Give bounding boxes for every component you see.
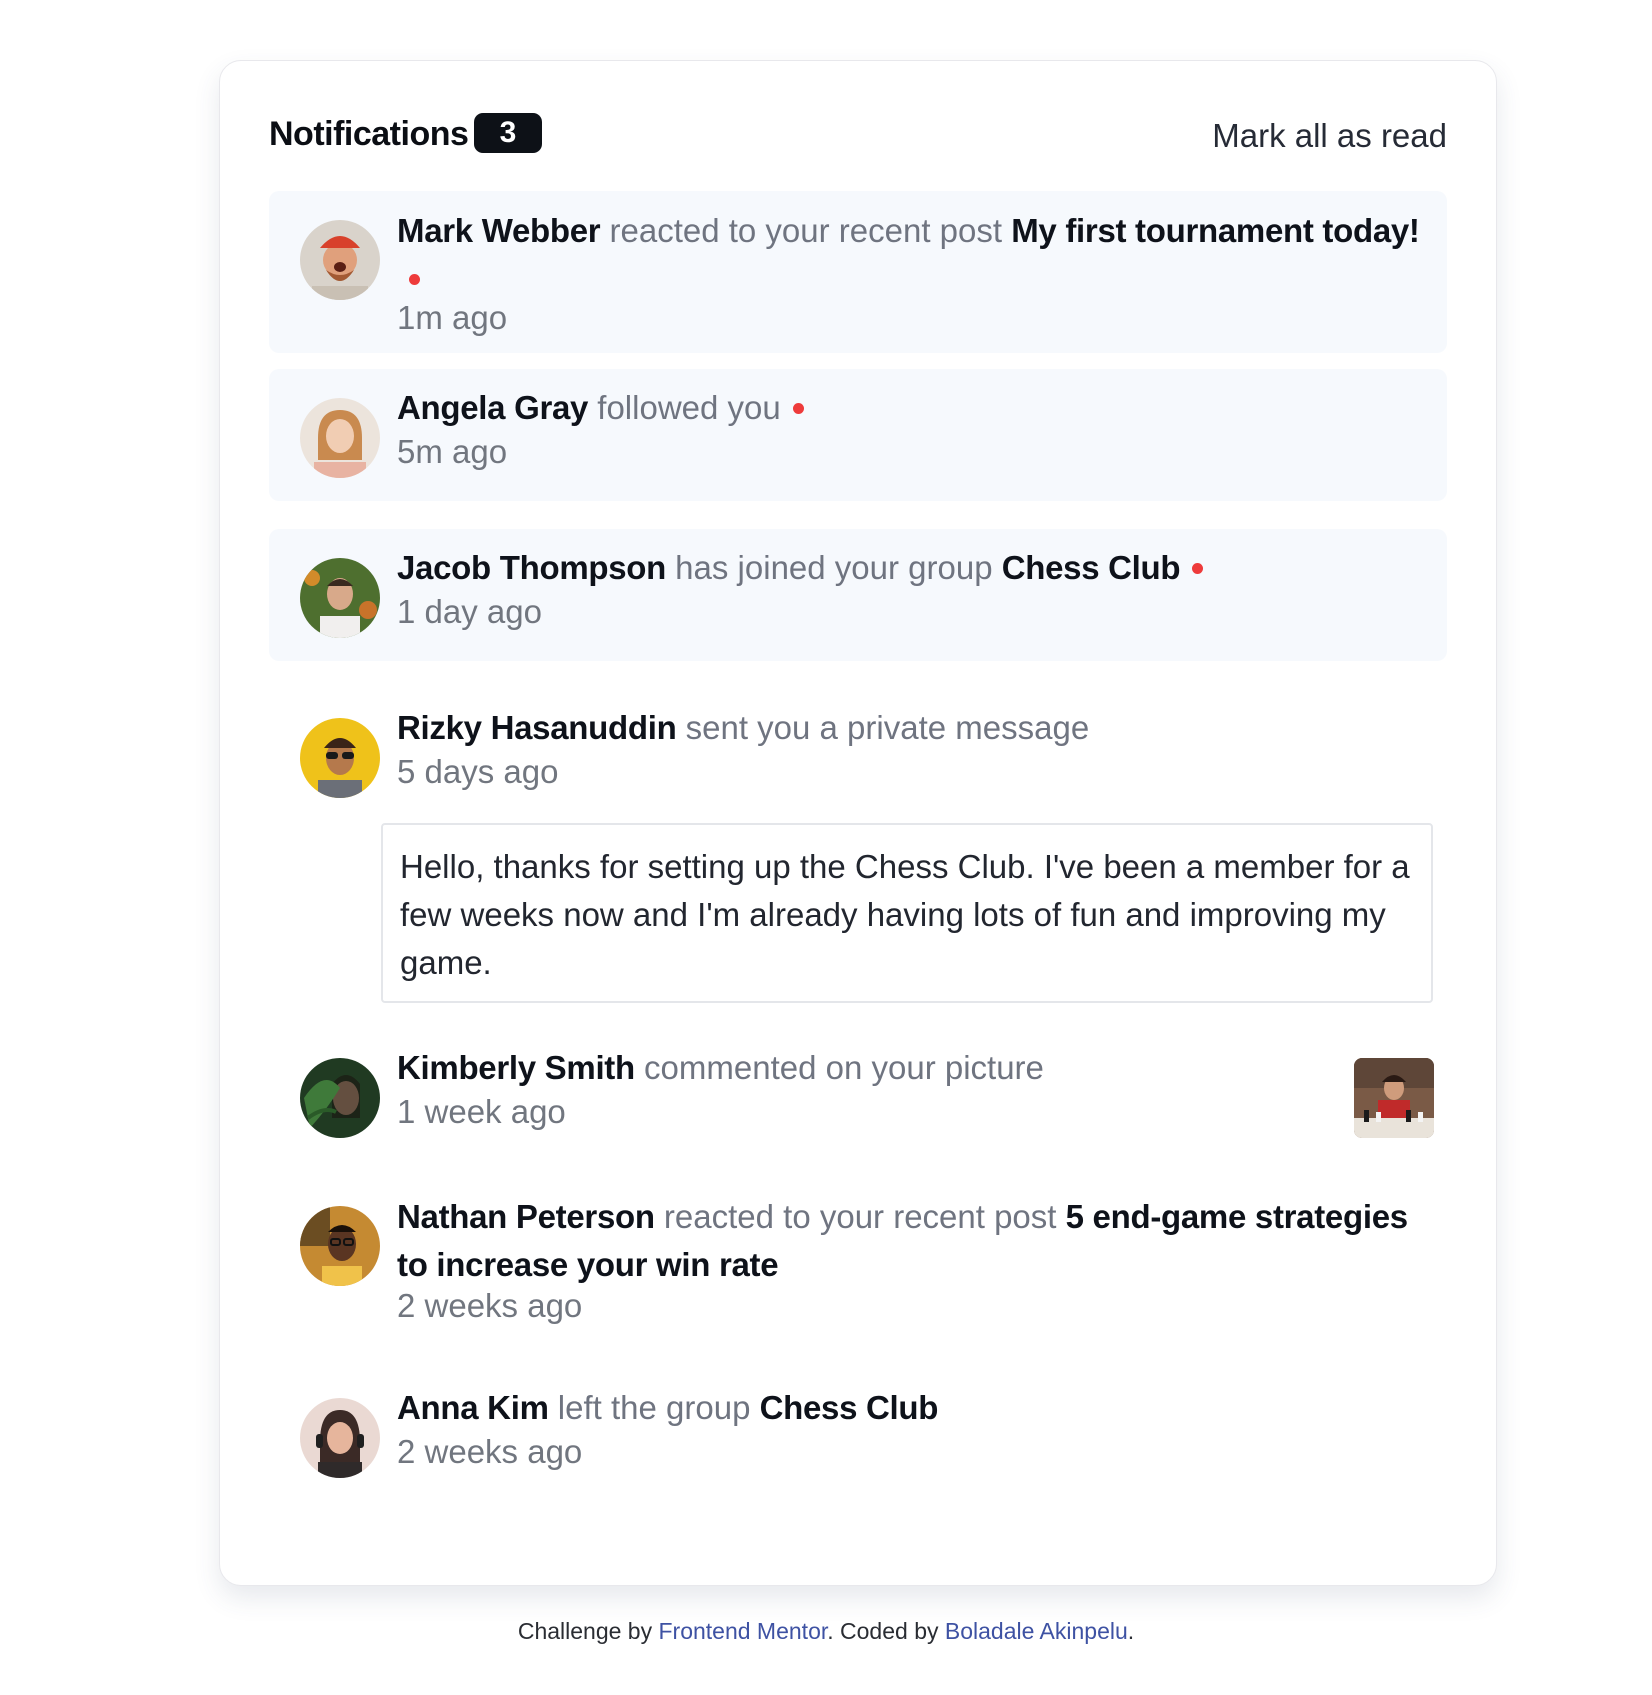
notification-text: Mark Webber reacted to your recent post …: [397, 207, 1435, 303]
user-name[interactable]: Rizky Hasanuddin: [397, 709, 677, 746]
avatar-jacob-thompson[interactable]: [300, 558, 380, 638]
user-name[interactable]: Angela Gray: [397, 389, 588, 426]
user-name[interactable]: Anna Kim: [397, 1389, 549, 1426]
user-name[interactable]: Mark Webber: [397, 212, 601, 249]
user-name[interactable]: Jacob Thompson: [397, 549, 666, 586]
notification-item[interactable]: Mark Webber reacted to your recent post …: [269, 191, 1447, 353]
notification-time: 2 weeks ago: [397, 1287, 583, 1324]
notification-action: reacted to your recent post: [663, 1198, 1057, 1235]
notification-action: reacted to your recent post: [609, 212, 1003, 249]
notification-text: Angela Gray followed you: [397, 384, 1435, 432]
avatar-kimberly-smith[interactable]: [300, 1058, 380, 1138]
avatar-mark-webber[interactable]: [300, 220, 380, 300]
notification-action: followed you: [597, 389, 781, 426]
notification-time: 5m ago: [397, 433, 508, 470]
notification-action: left the group: [557, 1389, 751, 1426]
notification-item[interactable]: Jacob Thompson has joined your group Che…: [269, 529, 1447, 661]
notification-text: Rizky Hasanuddin sent you a private mess…: [397, 704, 1435, 752]
avatar-nathan-peterson[interactable]: [300, 1206, 380, 1286]
unread-count-badge: 3: [474, 113, 542, 153]
notification-time: 1 day ago: [397, 593, 542, 630]
footer-text: Challenge by: [517, 1618, 653, 1644]
unread-dot-icon: [409, 273, 420, 285]
notification-text: Jacob Thompson has joined your group Che…: [397, 544, 1435, 592]
commented-picture-thumbnail[interactable]: [1354, 1058, 1434, 1138]
notification-item[interactable]: Kimberly Smith commented on your picture…: [269, 1029, 1447, 1161]
private-message[interactable]: Hello, thanks for setting up the Chess C…: [381, 823, 1433, 1003]
notification-item[interactable]: Rizky Hasanuddin sent you a private mess…: [269, 689, 1447, 1009]
notification-action: sent you a private message: [685, 709, 1090, 746]
unread-dot-icon: [792, 402, 804, 414]
unread-dot-icon: [1192, 562, 1204, 574]
group-link[interactable]: Chess Club: [1002, 549, 1181, 586]
notification-item[interactable]: Angela Gray followed you 5m ago: [269, 369, 1447, 501]
notification-item[interactable]: Nathan Peterson reacted to your recent p…: [269, 1177, 1447, 1357]
user-name[interactable]: Nathan Peterson: [397, 1198, 655, 1235]
post-link[interactable]: My first tournament today!: [1011, 212, 1420, 249]
notification-time: 1m ago: [397, 299, 508, 336]
user-name[interactable]: Kimberly Smith: [397, 1049, 635, 1086]
notification-text: Anna Kim left the group Chess Club: [397, 1384, 1435, 1432]
mark-all-as-read-button[interactable]: Mark all as read: [1212, 117, 1447, 155]
author-link[interactable]: Boladale Akinpelu: [945, 1618, 1128, 1644]
page-title: Notifications: [269, 115, 469, 153]
notifications-header: Notifications 3 Mark all as read: [269, 113, 1447, 157]
notification-item[interactable]: Anna Kim left the group Chess Club 2 wee…: [269, 1369, 1447, 1501]
notification-text: Nathan Peterson reacted to your recent p…: [397, 1193, 1435, 1289]
frontend-mentor-link[interactable]: Frontend Mentor: [658, 1618, 827, 1644]
notification-text: Kimberly Smith commented on your picture: [397, 1044, 1327, 1092]
notification-action: commented on your picture: [644, 1049, 1044, 1086]
group-link[interactable]: Chess Club: [760, 1389, 939, 1426]
notifications-card: Notifications 3 Mark all as read Mark We…: [219, 60, 1497, 1586]
attribution-footer: Challenge by Frontend Mentor. Coded by B…: [0, 1618, 1652, 1645]
footer-text: .: [1127, 1618, 1135, 1644]
avatar-anna-kim[interactable]: [300, 1398, 380, 1478]
notification-time: 5 days ago: [397, 753, 559, 790]
avatar-angela-gray[interactable]: [300, 398, 380, 478]
avatar-rizky-hasanuddin[interactable]: [300, 718, 380, 798]
notification-time: 2 weeks ago: [397, 1433, 583, 1470]
notification-action: has joined your group: [675, 549, 993, 586]
footer-text: . Coded by: [827, 1618, 939, 1644]
notification-time: 1 week ago: [397, 1093, 566, 1130]
